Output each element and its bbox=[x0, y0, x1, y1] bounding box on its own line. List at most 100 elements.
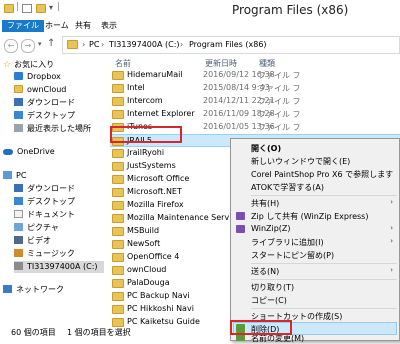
menu-item-open-new-window[interactable]: 新しいウィンドウで開く(E) bbox=[251, 156, 350, 167]
nav-item-pc-videos[interactable]: ビデオ bbox=[14, 235, 51, 247]
menu-item-share[interactable]: 共有(H) bbox=[251, 198, 279, 209]
tab-view[interactable]: 表示 bbox=[96, 20, 122, 32]
file-type: ファイル フ bbox=[258, 84, 301, 93]
nav-label: ダウンロード bbox=[27, 184, 75, 193]
nav-item-pc-music[interactable]: ミュージック bbox=[14, 248, 75, 260]
file-row[interactable]: Internet Explorer 2016/11/09 18:28 ファイル フ bbox=[110, 108, 400, 121]
breadcrumb-folder[interactable]: Program Files (x86) bbox=[189, 40, 267, 49]
recent-dropdown-icon[interactable]: ▾ bbox=[38, 40, 42, 48]
download-icon bbox=[14, 184, 23, 192]
file-name: PalaDouga bbox=[127, 278, 170, 287]
nav-item-pc-desktop[interactable]: デスクトップ bbox=[14, 196, 75, 208]
menu-item-send-to[interactable]: 送る(N) bbox=[251, 266, 279, 277]
nav-label: ネットワーク bbox=[16, 285, 64, 294]
nav-item-network[interactable]: ネットワーク bbox=[3, 284, 64, 296]
menu-item-add-to-library[interactable]: ライブラリに追加(I) bbox=[251, 237, 324, 248]
highlight-box bbox=[230, 320, 292, 335]
nav-item-pc[interactable]: PC bbox=[3, 170, 26, 182]
file-name: OpenOffice 4 bbox=[127, 252, 180, 261]
new-folder-icon[interactable] bbox=[36, 4, 46, 13]
folder-icon bbox=[112, 266, 124, 275]
menu-item-open[interactable]: 開く(O) bbox=[251, 143, 281, 154]
nav-label: ダウンロード bbox=[27, 98, 75, 107]
breadcrumb-pc[interactable]: PC bbox=[89, 40, 99, 49]
video-icon bbox=[14, 236, 23, 244]
nav-item-downloads[interactable]: ダウンロード bbox=[14, 97, 75, 109]
chevron-right-icon[interactable]: › bbox=[82, 40, 85, 49]
download-icon bbox=[14, 98, 23, 106]
forward-icon[interactable]: → bbox=[21, 39, 35, 53]
file-name: PC Hikkoshi Navi bbox=[127, 304, 194, 313]
folder-icon bbox=[112, 110, 124, 119]
nav-label: ピクチャ bbox=[27, 223, 59, 232]
breadcrumb-drive[interactable]: TI31397400A (C:) bbox=[109, 40, 180, 49]
document-icon bbox=[14, 210, 23, 218]
nav-item-recent[interactable]: 最近表示した場所 bbox=[14, 123, 91, 135]
quick-access-dropdown-icon[interactable]: ▾ bbox=[49, 3, 53, 12]
menu-separator bbox=[251, 279, 397, 280]
nav-item-owncloud[interactable]: ownCloud bbox=[14, 84, 66, 96]
nav-item-desktop[interactable]: デスクトップ bbox=[14, 110, 75, 122]
chevron-right-icon[interactable]: › bbox=[180, 40, 183, 49]
menu-item-atok[interactable]: ATOKで学習する(A) bbox=[251, 182, 324, 193]
title-bar: | ▾ | Program Files (x86) bbox=[0, 0, 400, 18]
nav-item-dropbox[interactable]: Dropbox bbox=[14, 71, 61, 83]
tab-file[interactable]: ファイル bbox=[2, 20, 44, 32]
folder-icon bbox=[112, 162, 124, 171]
folder-icon bbox=[112, 240, 124, 249]
menu-item-cut[interactable]: 切り取り(T) bbox=[251, 282, 294, 293]
menu-item-copy[interactable]: コピー(C) bbox=[251, 295, 287, 306]
properties-icon[interactable] bbox=[22, 4, 32, 13]
desktop-icon bbox=[14, 197, 23, 205]
column-name[interactable]: 名前 bbox=[115, 58, 131, 69]
menu-item-zip-share[interactable]: Zip して共有 (WinZip Express) bbox=[251, 211, 368, 222]
cloud-icon bbox=[3, 149, 13, 155]
menu-item-winzip[interactable]: WinZip(Z) bbox=[251, 224, 291, 233]
nav-favorites[interactable]: ☆ お気に入り bbox=[3, 59, 54, 71]
file-row[interactable]: Intel 2015/08/14 9:43 ファイル フ bbox=[110, 82, 400, 95]
folder-icon bbox=[112, 201, 124, 210]
nav-item-onedrive[interactable]: OneDrive bbox=[3, 146, 55, 158]
nav-item-pc-pictures[interactable]: ピクチャ bbox=[14, 222, 59, 234]
back-icon[interactable]: ← bbox=[4, 39, 18, 53]
address-bar[interactable]: › PC › TI31397400A (C:) › Program Files … bbox=[62, 36, 400, 54]
nav-label: デスクトップ bbox=[27, 111, 75, 120]
file-name: JrailRyohi bbox=[127, 148, 165, 157]
nav-item-pc-drive[interactable]: TI31397400A (C:) bbox=[14, 261, 104, 273]
column-type[interactable]: 種類 bbox=[259, 58, 275, 69]
nav-label: TI31397400A (C:) bbox=[27, 262, 98, 271]
network-icon bbox=[3, 285, 12, 293]
folder-icon bbox=[67, 40, 78, 49]
tab-share[interactable]: 共有 bbox=[70, 20, 96, 32]
menu-item-pin-to-start[interactable]: スタートにピン留め(P) bbox=[251, 250, 334, 261]
drive-icon bbox=[14, 262, 23, 270]
file-name: NewSoft bbox=[127, 239, 161, 248]
nav-item-pc-downloads[interactable]: ダウンロード bbox=[14, 183, 75, 195]
chevron-right-icon[interactable]: › bbox=[101, 40, 104, 49]
file-name: JustSystems bbox=[127, 161, 176, 170]
item-count: 60 個の項目 bbox=[11, 328, 56, 337]
nav-item-pc-documents[interactable]: ドキュメント bbox=[14, 209, 75, 221]
dropbox-icon bbox=[14, 72, 23, 80]
nav-label: ミュージック bbox=[27, 249, 75, 258]
file-row[interactable]: HidemaruMail 2016/09/12 16:38 ファイル フ bbox=[110, 69, 400, 82]
picture-icon bbox=[14, 223, 23, 231]
column-date[interactable]: 更新日時 bbox=[205, 58, 237, 69]
ribbon: ファイル ホーム 共有 表示 bbox=[0, 18, 400, 35]
file-name: Intel bbox=[127, 83, 145, 92]
file-type: ファイル フ bbox=[258, 110, 301, 119]
menu-item-corel[interactable]: Corel PaintShop Pro X6 で参照します bbox=[251, 169, 393, 180]
tab-home[interactable]: ホーム bbox=[40, 20, 74, 32]
highlight-box bbox=[110, 126, 182, 143]
music-icon bbox=[14, 249, 23, 257]
file-name: Intercom bbox=[127, 96, 163, 105]
folder-icon bbox=[112, 97, 124, 106]
computer-icon bbox=[3, 171, 12, 179]
star-icon: ☆ bbox=[3, 60, 12, 70]
folder-icon bbox=[4, 4, 14, 13]
file-row[interactable]: Intercom 2014/12/11 22:21 ファイル フ bbox=[110, 95, 400, 108]
nav-label: お気に入り bbox=[14, 60, 55, 69]
menu-separator bbox=[251, 308, 397, 309]
up-icon[interactable]: ↑ bbox=[47, 38, 55, 49]
file-name: PC Backup Navi bbox=[127, 291, 190, 300]
